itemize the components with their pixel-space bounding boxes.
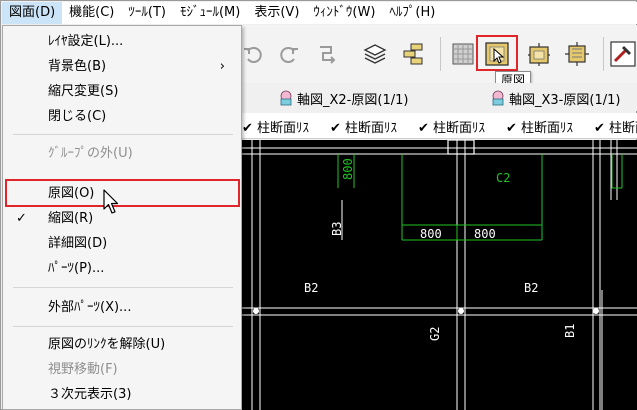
column-tab[interactable]: ✔ 柱断面ﾘｽ [594, 117, 637, 136]
toolbar-separator [603, 37, 604, 71]
menu-help[interactable]: ﾍﾙﾌﾟ(H) [382, 2, 442, 24]
tab-x2-original[interactable]: 軸図_X2-原図(1/1) [278, 88, 408, 108]
undo-icon[interactable] [238, 39, 268, 69]
menu-separator [13, 287, 233, 288]
label-g2: G2 [428, 327, 442, 341]
app-window: 図面(D) 機能(C) ﾂｰﾙ(T) ﾓｼﾞｭｰﾙ(M) 表示(V) ｳｨﾝﾄﾞ… [0, 0, 637, 410]
redo-icon[interactable] [274, 39, 304, 69]
tab-label: 軸図_X3-原図(1/1) [509, 92, 621, 108]
menu-item-unlink-original[interactable]: 原図のﾘﾝｸを解除(U) [3, 333, 241, 357]
menu-item-external-parts[interactable]: 外部ﾊﾟｰﾂ(X)... [3, 296, 241, 320]
mouse-cursor-icon [103, 189, 119, 214]
column-tab[interactable]: ✔ 柱断面ﾘｽ [418, 117, 485, 136]
menu-tools[interactable]: ﾂｰﾙ(T) [121, 2, 173, 24]
menu-item-layer-settings[interactable]: ﾚｲﾔ設定(L)... [3, 30, 241, 54]
menu-drawing[interactable]: 図面(D) [2, 2, 63, 24]
hatch-icon[interactable] [448, 39, 478, 69]
label-b3: B3 [330, 222, 344, 236]
menu-window[interactable]: ｳｨﾝﾄﾞｳ(W) [306, 2, 382, 24]
menu-separator [13, 134, 233, 135]
label-b2-left: B2 [304, 281, 318, 295]
column-tab[interactable]: ✔ 柱断面ﾘｽ [506, 117, 573, 136]
toolbar-highlight-box [476, 35, 518, 71]
dim-label-800-b: 800 [474, 227, 496, 241]
menu-item-background-color[interactable]: 背景色(B) › [3, 55, 241, 79]
label-b2-right: B2 [524, 281, 538, 295]
menu-function[interactable]: 機能(C) [62, 2, 121, 24]
repeat-icon[interactable] [312, 39, 342, 69]
check-icon: ✔ [506, 121, 522, 136]
group-icon[interactable] [398, 39, 428, 69]
column-tab[interactable]: ✔ 柱断面ﾘｽ [330, 117, 397, 136]
toolbar-separator [440, 37, 441, 71]
tab-x3-original[interactable]: 軸図_X3-原図(1/1) [490, 88, 620, 108]
column-tab[interactable]: ✔ 柱断面ﾘｽ [242, 117, 309, 136]
check-icon: ✔ [594, 121, 610, 136]
reduced-view-icon[interactable] [524, 39, 554, 69]
check-mark-icon: ✓ [16, 211, 27, 226]
menu-bar: 図面(D) 機能(C) ﾂｰﾙ(T) ﾓｼﾞｭｰﾙ(M) 表示(V) ｳｨﾝﾄﾞ… [2, 2, 637, 24]
menu-view[interactable]: 表示(V) [247, 2, 306, 24]
check-icon: ✔ [418, 121, 434, 136]
label-c2: C2 [496, 171, 510, 185]
detail-view-icon[interactable] [562, 39, 592, 69]
menu-separator [13, 326, 233, 327]
menu-module[interactable]: ﾓｼﾞｭｰﾙ(M) [173, 2, 247, 24]
dim-label-800-top: 800 [341, 158, 355, 180]
menu-item-outside-group: ｸﾞﾙｰﾌﾟの外(U) [48, 146, 133, 161]
menu-item-reduced[interactable]: ✓ 縮図(R) [3, 207, 241, 231]
menu-item-move-view: 視野移動(F) [48, 362, 118, 377]
tab-label: 軸図_X2-原図(1/1) [297, 92, 409, 108]
drawing-dropdown-menu: ﾚｲﾔ設定(L)... 背景色(B) › 縮尺変更(S) 閉じる(C) ｸﾞﾙｰﾌ… [2, 25, 242, 410]
menu-item-change-scale[interactable]: 縮尺変更(S) [3, 80, 241, 104]
menu-item-parts[interactable]: ﾊﾟｰﾂ(P)... [3, 257, 241, 281]
dim-label-800-a: 800 [420, 227, 442, 241]
menu-highlight-box [5, 179, 240, 207]
check-icon: ✔ [242, 121, 258, 136]
menu-item-close[interactable]: 閉じる(C) [3, 105, 241, 129]
drawing-doc-icon [280, 90, 292, 106]
drawing-doc-icon [492, 90, 504, 106]
label-b1: B1 [563, 324, 577, 338]
submenu-arrow-icon: › [219, 59, 225, 74]
menu-item-3d-view[interactable]: ３次元表示(3) [3, 383, 241, 407]
check-icon: ✔ [330, 121, 346, 136]
menu-item-detail[interactable]: 詳細図(D) [3, 232, 241, 256]
tool-icon[interactable] [608, 39, 637, 69]
layers-icon[interactable] [360, 39, 390, 69]
